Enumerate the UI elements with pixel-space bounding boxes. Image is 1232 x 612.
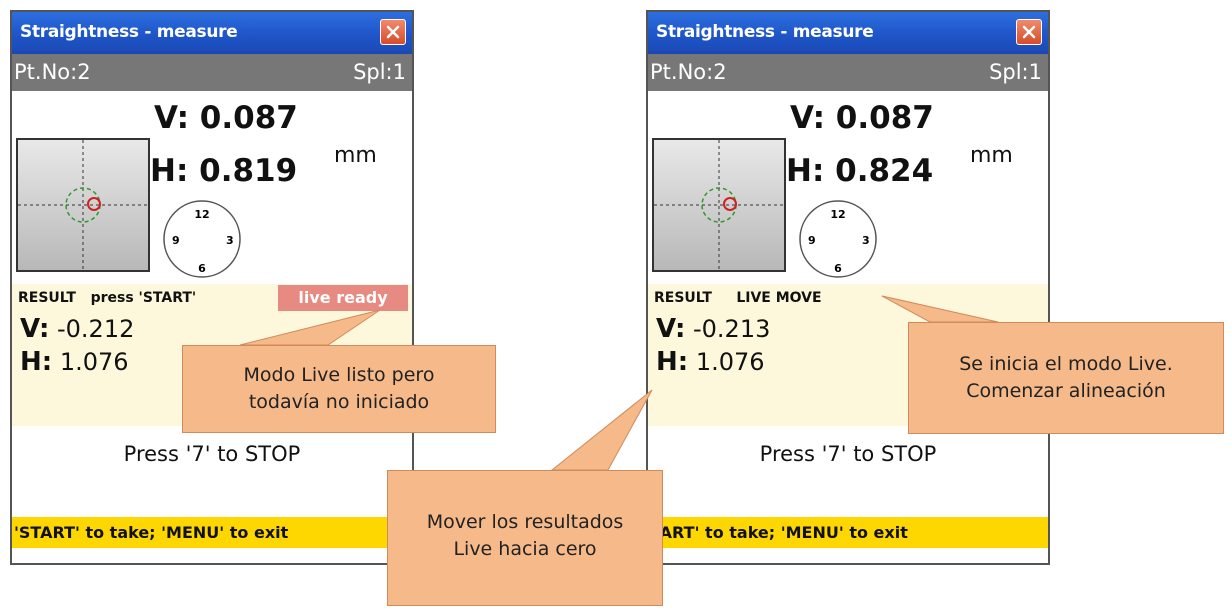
callout-pointer-live-ready [239,309,381,346]
callout-pointer-live-started [881,295,999,323]
callout-move-results-line1: Mover los resultados [426,511,624,533]
callout-move-results-line2: Live hacia cero [453,538,597,560]
callout-pointer-move-results [550,389,653,471]
callout-move-results: Mover los resultados Live hacia cero [387,470,663,606]
callout-live-ready-line2: todavía no iniciado [248,391,430,413]
callout-live-started: Se inicia el modo Live. Comenzar alineac… [908,322,1224,434]
callout-live-ready-line1: Modo Live listo pero [243,364,435,386]
callout-live-ready: Modo Live listo pero todavía no iniciado [182,345,496,433]
callout-live-started-line2: Comenzar alineación [966,380,1166,402]
callout-live-started-line1: Se inicia el modo Live. [959,353,1173,375]
